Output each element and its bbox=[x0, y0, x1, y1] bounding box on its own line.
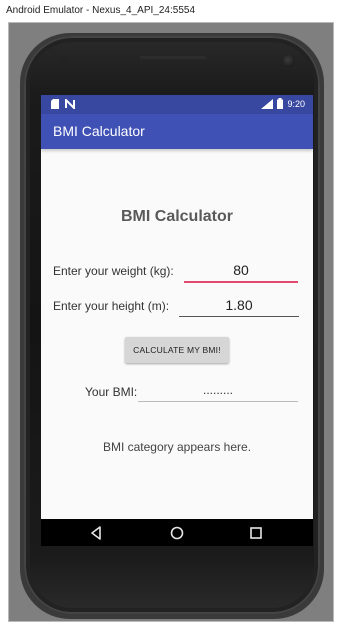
device-screen: 9:20 BMI Calculator BMI Calculator Enter… bbox=[41, 95, 313, 546]
back-icon[interactable] bbox=[87, 524, 105, 542]
weight-label: Enter your weight (kg): bbox=[53, 264, 174, 278]
front-camera bbox=[283, 55, 295, 67]
sensor-dot bbox=[60, 58, 68, 66]
calculate-button[interactable]: CALCULATE MY BMI! bbox=[125, 337, 229, 363]
bmi-category-text: BMI category appears here. bbox=[102, 440, 252, 454]
bmi-result-label: Your BMI: bbox=[85, 385, 138, 399]
home-icon[interactable] bbox=[168, 524, 186, 542]
sd-card-icon bbox=[51, 99, 59, 109]
earpiece-grille bbox=[140, 56, 206, 59]
emulator-window-title: Android Emulator - Nexus_4_API_24:5554 bbox=[0, 0, 342, 22]
app-toolbar: BMI Calculator bbox=[41, 114, 313, 149]
toolbar-title: BMI Calculator bbox=[53, 123, 145, 139]
battery-icon bbox=[277, 98, 284, 109]
page-title: BMI Calculator bbox=[120, 208, 233, 225]
status-time: 9:20 bbox=[287, 98, 305, 109]
height-label: Enter your height (m): bbox=[53, 299, 170, 313]
status-bar: 9:20 bbox=[41, 95, 313, 114]
signal-icon bbox=[261, 98, 274, 109]
navigation-bar bbox=[41, 519, 313, 546]
weight-input[interactable]: 80 bbox=[184, 259, 298, 283]
height-input[interactable]: 1.80 bbox=[179, 294, 299, 317]
recents-icon[interactable] bbox=[247, 524, 265, 542]
bmi-result-value: ......... bbox=[138, 381, 298, 402]
n-notification-icon bbox=[65, 99, 75, 109]
